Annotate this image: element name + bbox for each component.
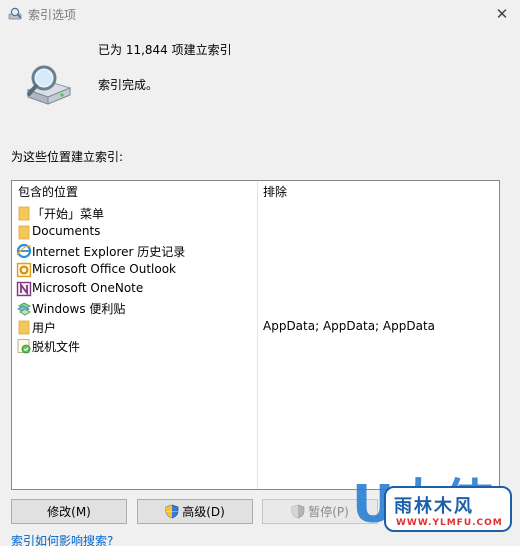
watermark-url: WWW.YLMFU.COM	[396, 518, 503, 528]
modify-button-label: 修改(M)	[47, 505, 91, 519]
outlook-icon	[16, 262, 32, 278]
uac-shield-icon	[291, 504, 305, 519]
uac-shield-icon	[165, 504, 179, 519]
modify-button[interactable]: 修改(M)	[11, 499, 127, 524]
location-row-documents[interactable]: Documents	[12, 222, 499, 241]
sticky-notes-icon	[17, 302, 31, 316]
location-row-start-menu[interactable]: 「开始」菜单	[12, 203, 499, 222]
watermark-site-name: 雨林木风	[394, 496, 474, 517]
locations-label: 为这些位置建立索引:	[11, 150, 124, 164]
magnifier-drive-icon	[26, 65, 72, 105]
location-name: 「开始」菜单	[32, 207, 105, 221]
title-bar: 索引选项 ✕	[0, 0, 520, 28]
location-name: Microsoft OneNote	[32, 281, 144, 295]
exclude-text: AppData; AppData; AppData	[263, 319, 436, 333]
location-name: Microsoft Office Outlook	[32, 262, 176, 276]
pause-button-label: 暂停(P)	[308, 505, 349, 519]
indexed-count-text: 已为 11,844 项建立索引	[98, 43, 232, 57]
window-title: 索引选项	[28, 8, 77, 22]
location-row-users[interactable]: 用户 AppData; AppData; AppData	[12, 317, 499, 336]
indexing-status-message: 索引完成。	[98, 78, 159, 92]
indexing-options-window: 索引选项 ✕ 已为 11,844 项建立索引 索引完成。 为这些位置建立索引: …	[0, 0, 520, 546]
advanced-button-label: 高级(D)	[182, 505, 225, 519]
location-name: 用户	[32, 321, 57, 335]
watermark-badge: 雨林木风 WWW.YLMFU.COM	[384, 486, 512, 532]
location-name: 脱机文件	[32, 340, 81, 354]
ie-icon	[16, 243, 32, 259]
advanced-button[interactable]: 高级(D)	[137, 499, 253, 524]
location-name: Windows 便利贴	[32, 302, 126, 316]
column-header-exclude[interactable]: 排除	[263, 181, 287, 203]
location-row-ie-history[interactable]: Internet Explorer 历史记录	[12, 241, 499, 260]
location-name: Internet Explorer 历史记录	[32, 245, 186, 259]
indexing-options-icon	[8, 7, 22, 20]
location-row-onenote[interactable]: Microsoft OneNote	[12, 279, 499, 298]
close-icon: ✕	[495, 5, 509, 23]
help-link-indexing-search[interactable]: 索引如何影响搜索?	[11, 532, 113, 546]
onenote-icon	[16, 281, 32, 297]
folder-icon	[18, 320, 30, 335]
indexed-locations-list[interactable]: 包含的位置 排除 「开始」菜单 Documents Internet Explo…	[11, 180, 500, 490]
offline-files-icon	[17, 339, 31, 354]
location-row-outlook[interactable]: Microsoft Office Outlook	[12, 260, 499, 279]
folder-icon	[18, 206, 30, 221]
close-button[interactable]: ✕	[484, 0, 520, 28]
location-row-sticky-notes[interactable]: Windows 便利贴	[12, 298, 499, 317]
column-header-location[interactable]: 包含的位置	[18, 181, 78, 203]
location-row-offline-files[interactable]: 脱机文件	[12, 336, 499, 355]
location-name: Documents	[32, 224, 101, 238]
folder-icon	[18, 225, 30, 240]
